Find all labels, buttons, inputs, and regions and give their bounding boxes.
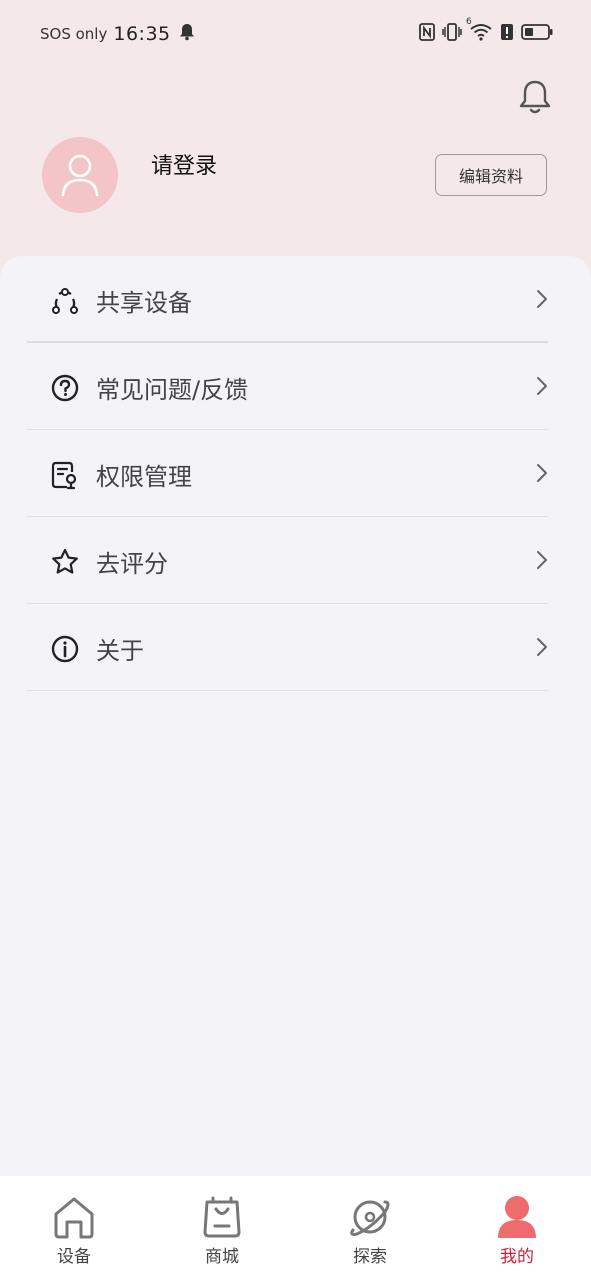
menu-item-rate[interactable]: 去评分 <box>27 517 548 604</box>
battery-icon <box>521 23 553 45</box>
status-left: SOS only 16:35 <box>40 22 195 46</box>
status-bar: SOS only 16:35 6 <box>0 0 591 66</box>
share-icon <box>52 288 78 314</box>
permission-icon <box>51 461 77 490</box>
notifications-button[interactable] <box>517 78 553 116</box>
chevron-right-icon <box>537 377 547 395</box>
login-prompt[interactable]: 请登录 <box>151 148 217 180</box>
menu-item-label: 去评分 <box>96 550 168 578</box>
wifi-superscript: 6 <box>466 17 472 27</box>
clock: 16:35 <box>113 23 171 45</box>
wifi-icon: 6 <box>466 17 493 45</box>
menu-item-about[interactable]: 关于 <box>27 604 548 691</box>
profile-icon <box>498 1196 536 1238</box>
menu-item-faq-feedback[interactable]: 常见问题/反馈 <box>27 343 548 430</box>
tab-devices[interactable]: 设备 <box>0 1176 148 1280</box>
tab-store[interactable]: 商城 <box>148 1176 296 1280</box>
tab-label: 探索 <box>353 1247 387 1267</box>
info-icon <box>51 635 79 663</box>
edit-profile-button[interactable]: 编辑资料 <box>435 154 547 196</box>
menu-item-share-devices[interactable]: 共享设备 <box>27 256 548 343</box>
status-right: 6 <box>419 17 553 46</box>
user-icon <box>61 154 99 197</box>
chevron-right-icon <box>537 464 547 482</box>
chevron-right-icon <box>537 551 547 569</box>
menu-item-label: 权限管理 <box>96 463 192 491</box>
shopping-bag-icon <box>203 1196 241 1238</box>
planet-icon <box>350 1200 390 1236</box>
nfc-icon <box>419 23 435 45</box>
tab-label: 我的 <box>500 1247 534 1267</box>
divider <box>27 690 548 691</box>
menu-item-permissions[interactable]: 权限管理 <box>27 430 548 517</box>
bottom-tab-bar: 设备 商城 探索 我的 <box>0 1176 591 1280</box>
tab-mine[interactable]: 我的 <box>443 1176 591 1280</box>
menu-item-label: 共享设备 <box>96 289 192 317</box>
chevron-right-icon <box>537 290 547 308</box>
star-icon <box>52 548 78 574</box>
tab-explore[interactable]: 探索 <box>296 1176 444 1280</box>
bell-icon <box>519 80 551 114</box>
data-alert-icon <box>500 23 514 45</box>
notification-bell-icon <box>179 23 195 45</box>
menu-item-label: 关于 <box>96 637 144 665</box>
help-icon <box>51 374 79 402</box>
tab-label: 设备 <box>57 1247 91 1267</box>
sos-status: SOS only <box>40 25 108 43</box>
menu-item-label: 常见问题/反馈 <box>96 376 249 404</box>
avatar[interactable] <box>42 137 118 213</box>
vibrate-icon <box>442 23 462 45</box>
chevron-right-icon <box>537 638 547 656</box>
home-icon <box>54 1197 94 1239</box>
tab-label: 商城 <box>205 1247 239 1267</box>
